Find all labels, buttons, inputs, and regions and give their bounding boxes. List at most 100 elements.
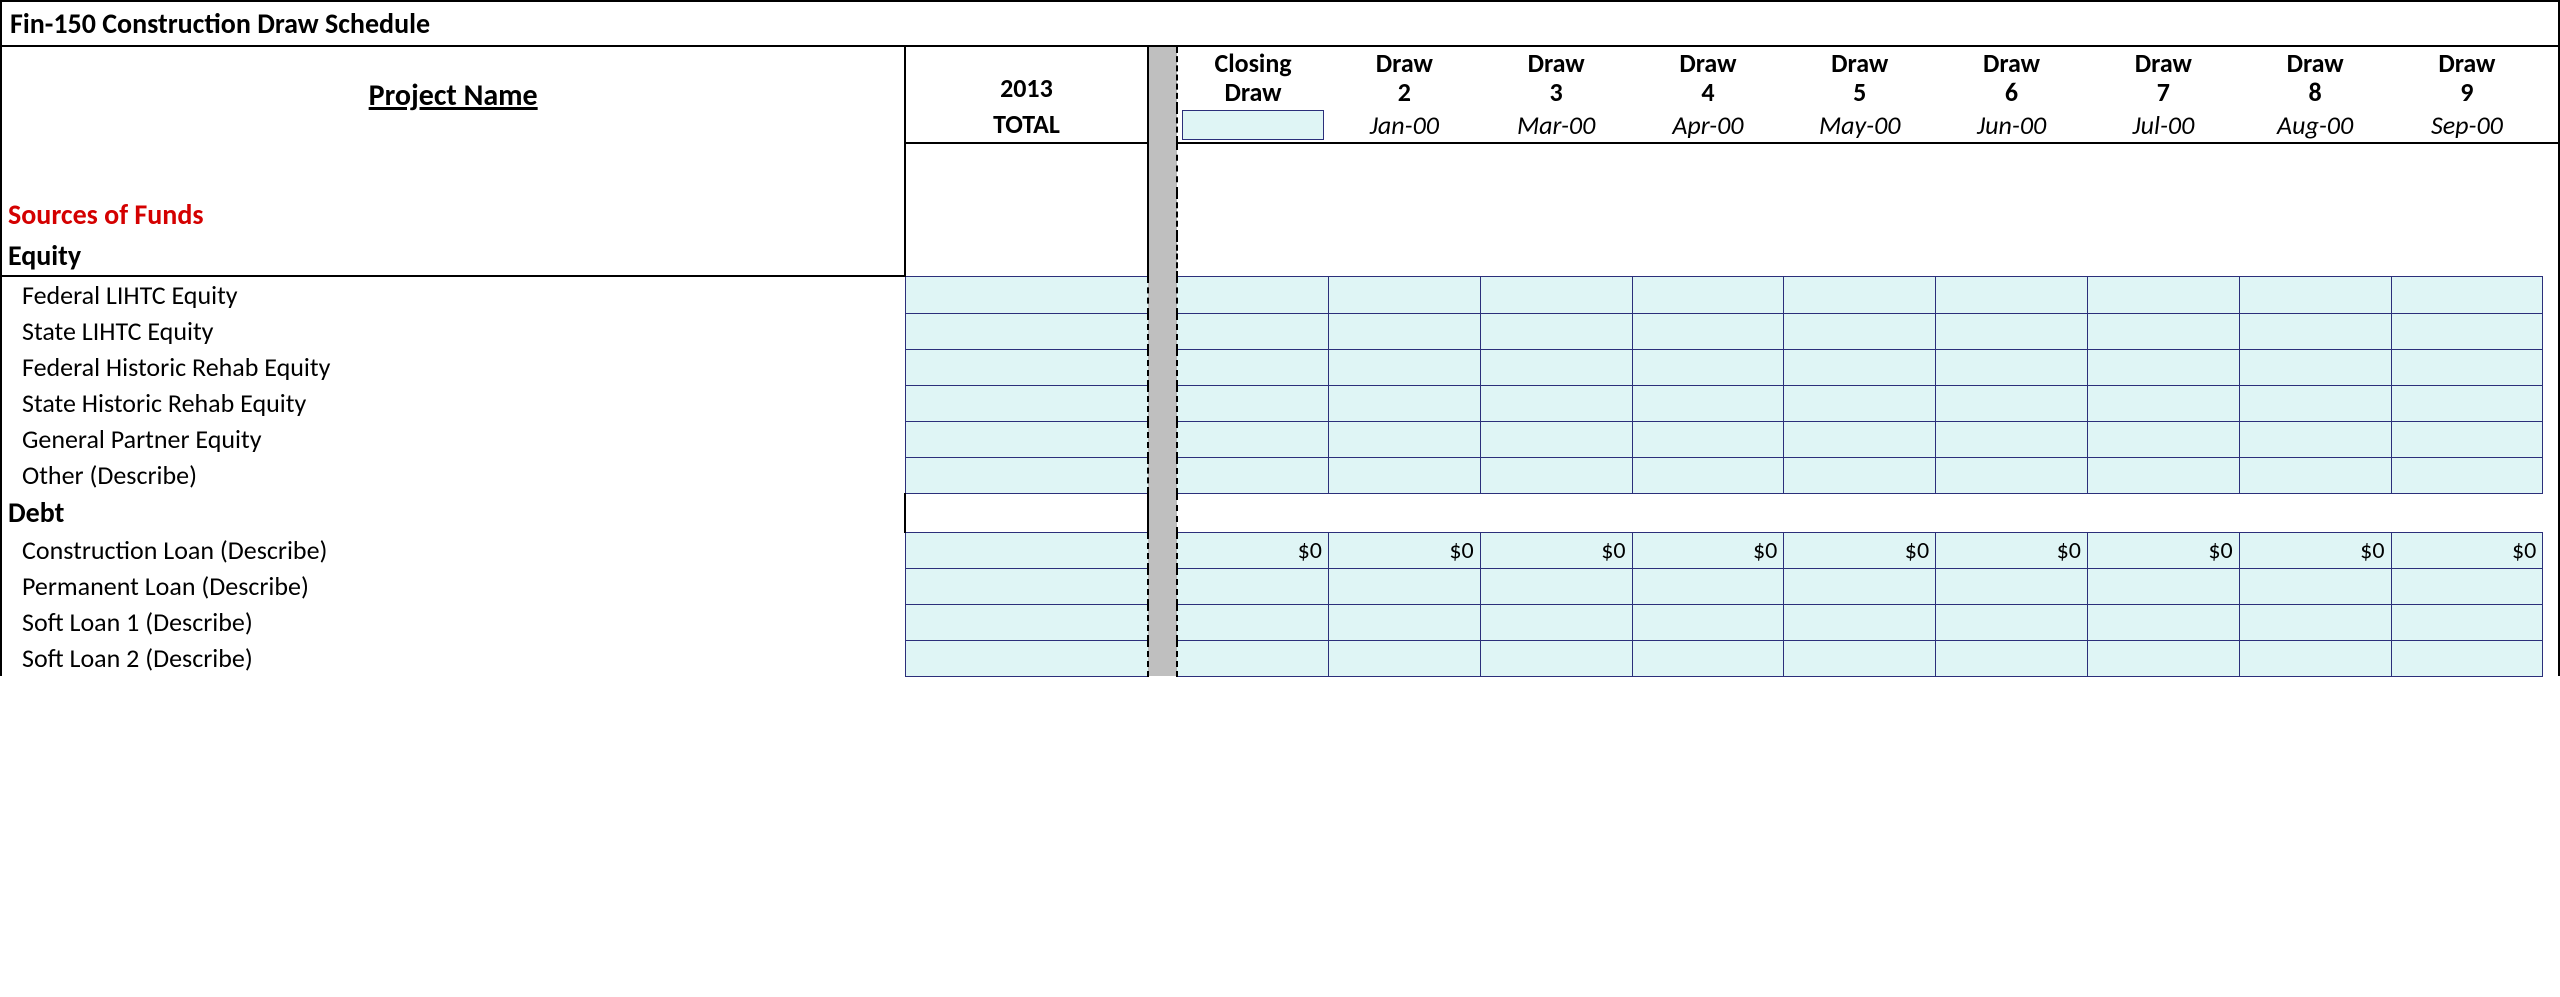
equity-draw-cell[interactable] bbox=[1784, 457, 1936, 493]
debt-draw-cell[interactable] bbox=[1480, 568, 1632, 604]
debt-draw-cell[interactable]: $0 bbox=[2087, 532, 2239, 568]
equity-draw-cell[interactable] bbox=[1936, 385, 2088, 421]
equity-draw-cell[interactable] bbox=[2391, 385, 2543, 421]
equity-total-cell[interactable] bbox=[905, 313, 1147, 349]
debt-draw-cell[interactable] bbox=[2239, 604, 2391, 640]
equity-draw-cell[interactable] bbox=[1632, 385, 1784, 421]
equity-total-cell[interactable] bbox=[905, 276, 1147, 313]
debt-draw-cell[interactable] bbox=[2391, 568, 2543, 604]
equity-draw-cell[interactable] bbox=[1632, 276, 1784, 313]
equity-draw-cell[interactable] bbox=[1784, 276, 1936, 313]
debt-draw-cell[interactable] bbox=[2391, 604, 2543, 640]
equity-draw-cell[interactable] bbox=[2087, 313, 2239, 349]
equity-draw-cell[interactable] bbox=[1177, 421, 1329, 457]
debt-draw-cell[interactable] bbox=[1328, 640, 1480, 676]
debt-draw-cell[interactable]: $0 bbox=[1632, 532, 1784, 568]
equity-draw-cell[interactable] bbox=[1480, 313, 1632, 349]
debt-draw-cell[interactable] bbox=[1480, 640, 1632, 676]
equity-draw-cell[interactable] bbox=[2087, 421, 2239, 457]
equity-draw-cell[interactable] bbox=[2087, 276, 2239, 313]
debt-total-cell[interactable] bbox=[905, 532, 1147, 568]
debt-total-cell[interactable] bbox=[905, 568, 1147, 604]
equity-draw-cell[interactable] bbox=[2239, 313, 2391, 349]
equity-draw-cell[interactable] bbox=[2391, 421, 2543, 457]
debt-draw-cell[interactable] bbox=[1480, 604, 1632, 640]
equity-draw-cell[interactable] bbox=[1177, 276, 1329, 313]
debt-draw-cell[interactable] bbox=[2391, 640, 2543, 676]
equity-draw-cell[interactable] bbox=[1177, 385, 1329, 421]
debt-draw-cell[interactable]: $0 bbox=[1328, 532, 1480, 568]
debt-draw-cell[interactable] bbox=[1177, 640, 1329, 676]
equity-draw-cell[interactable] bbox=[1328, 349, 1480, 385]
debt-draw-cell[interactable]: $0 bbox=[2391, 532, 2543, 568]
equity-draw-cell[interactable] bbox=[2087, 385, 2239, 421]
equity-draw-cell[interactable] bbox=[1632, 457, 1784, 493]
equity-draw-cell[interactable] bbox=[2239, 457, 2391, 493]
equity-total-cell[interactable] bbox=[905, 385, 1147, 421]
equity-draw-cell[interactable] bbox=[1480, 385, 1632, 421]
equity-draw-cell[interactable] bbox=[1177, 313, 1329, 349]
debt-draw-cell[interactable] bbox=[2087, 604, 2239, 640]
equity-draw-cell[interactable] bbox=[1480, 457, 1632, 493]
equity-total-cell[interactable] bbox=[905, 457, 1147, 493]
debt-draw-cell[interactable] bbox=[1784, 604, 1936, 640]
debt-draw-cell[interactable] bbox=[1936, 568, 2088, 604]
equity-total-cell[interactable] bbox=[905, 421, 1147, 457]
debt-draw-cell[interactable]: $0 bbox=[2239, 532, 2391, 568]
equity-draw-cell[interactable] bbox=[1328, 421, 1480, 457]
debt-draw-cell[interactable] bbox=[1177, 568, 1329, 604]
equity-draw-cell[interactable] bbox=[1328, 313, 1480, 349]
equity-draw-cell[interactable] bbox=[2239, 276, 2391, 313]
equity-draw-cell[interactable] bbox=[1784, 421, 1936, 457]
debt-draw-cell[interactable] bbox=[2087, 568, 2239, 604]
equity-draw-cell[interactable] bbox=[1632, 313, 1784, 349]
equity-draw-cell[interactable] bbox=[1784, 313, 1936, 349]
equity-draw-cell[interactable] bbox=[2391, 313, 2543, 349]
equity-draw-cell[interactable] bbox=[2087, 349, 2239, 385]
debt-draw-cell[interactable]: $0 bbox=[1936, 532, 2088, 568]
closing-date-cell[interactable] bbox=[1177, 108, 1329, 143]
equity-draw-cell[interactable] bbox=[1936, 313, 2088, 349]
debt-draw-cell[interactable] bbox=[1328, 568, 1480, 604]
equity-draw-cell[interactable] bbox=[1632, 421, 1784, 457]
debt-draw-cell[interactable] bbox=[1784, 640, 1936, 676]
equity-draw-cell[interactable] bbox=[1480, 421, 1632, 457]
equity-draw-cell[interactable] bbox=[1328, 457, 1480, 493]
equity-draw-cell[interactable] bbox=[1328, 276, 1480, 313]
equity-draw-cell[interactable] bbox=[1936, 349, 2088, 385]
debt-draw-cell[interactable] bbox=[1936, 604, 2088, 640]
debt-draw-cell[interactable] bbox=[1784, 568, 1936, 604]
equity-draw-cell[interactable] bbox=[1936, 276, 2088, 313]
debt-draw-cell[interactable]: $0 bbox=[1480, 532, 1632, 568]
equity-total-cell[interactable] bbox=[905, 349, 1147, 385]
equity-draw-cell[interactable] bbox=[1480, 349, 1632, 385]
debt-draw-cell[interactable]: $0 bbox=[1177, 532, 1329, 568]
debt-draw-cell[interactable] bbox=[1177, 604, 1329, 640]
equity-draw-cell[interactable] bbox=[2391, 349, 2543, 385]
debt-draw-cell[interactable] bbox=[1632, 568, 1784, 604]
equity-draw-cell[interactable] bbox=[2391, 457, 2543, 493]
debt-draw-cell[interactable] bbox=[2239, 640, 2391, 676]
equity-draw-cell[interactable] bbox=[2239, 349, 2391, 385]
equity-draw-cell[interactable] bbox=[1936, 457, 2088, 493]
equity-draw-cell[interactable] bbox=[1177, 349, 1329, 385]
debt-draw-cell[interactable] bbox=[1328, 604, 1480, 640]
equity-draw-cell[interactable] bbox=[2239, 385, 2391, 421]
equity-draw-cell[interactable] bbox=[2087, 457, 2239, 493]
equity-draw-cell[interactable] bbox=[1328, 385, 1480, 421]
equity-draw-cell[interactable] bbox=[2239, 421, 2391, 457]
equity-draw-cell[interactable] bbox=[1936, 421, 2088, 457]
debt-draw-cell[interactable] bbox=[1632, 640, 1784, 676]
debt-draw-cell[interactable] bbox=[1632, 604, 1784, 640]
equity-draw-cell[interactable] bbox=[2391, 276, 2543, 313]
debt-draw-cell[interactable] bbox=[2239, 568, 2391, 604]
debt-draw-cell[interactable] bbox=[2087, 640, 2239, 676]
equity-draw-cell[interactable] bbox=[1784, 349, 1936, 385]
equity-draw-cell[interactable] bbox=[1632, 349, 1784, 385]
debt-draw-cell[interactable] bbox=[1936, 640, 2088, 676]
debt-draw-cell[interactable]: $0 bbox=[1784, 532, 1936, 568]
debt-total-cell[interactable] bbox=[905, 604, 1147, 640]
equity-draw-cell[interactable] bbox=[1480, 276, 1632, 313]
equity-draw-cell[interactable] bbox=[1784, 385, 1936, 421]
debt-total-cell[interactable] bbox=[905, 640, 1147, 676]
